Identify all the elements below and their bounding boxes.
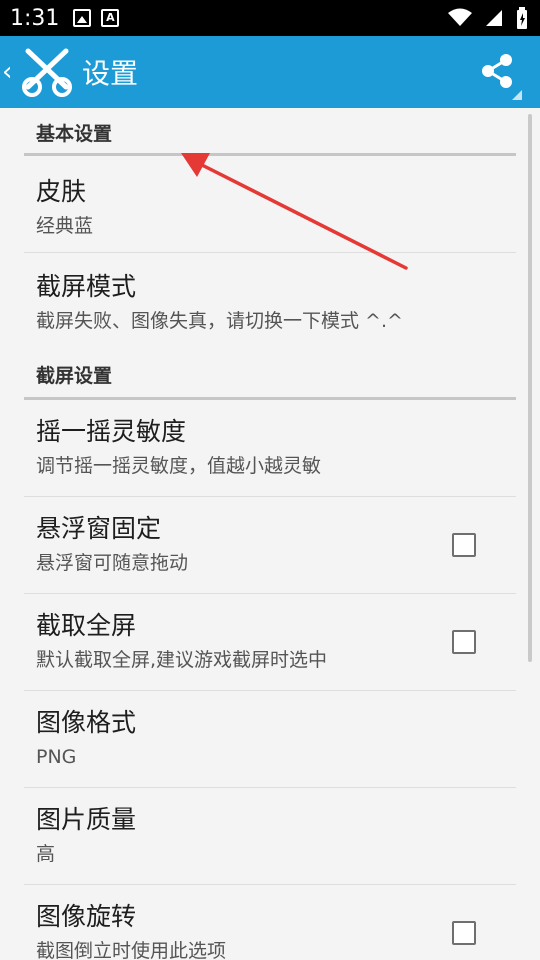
annotation-arrow-icon	[181, 153, 408, 270]
